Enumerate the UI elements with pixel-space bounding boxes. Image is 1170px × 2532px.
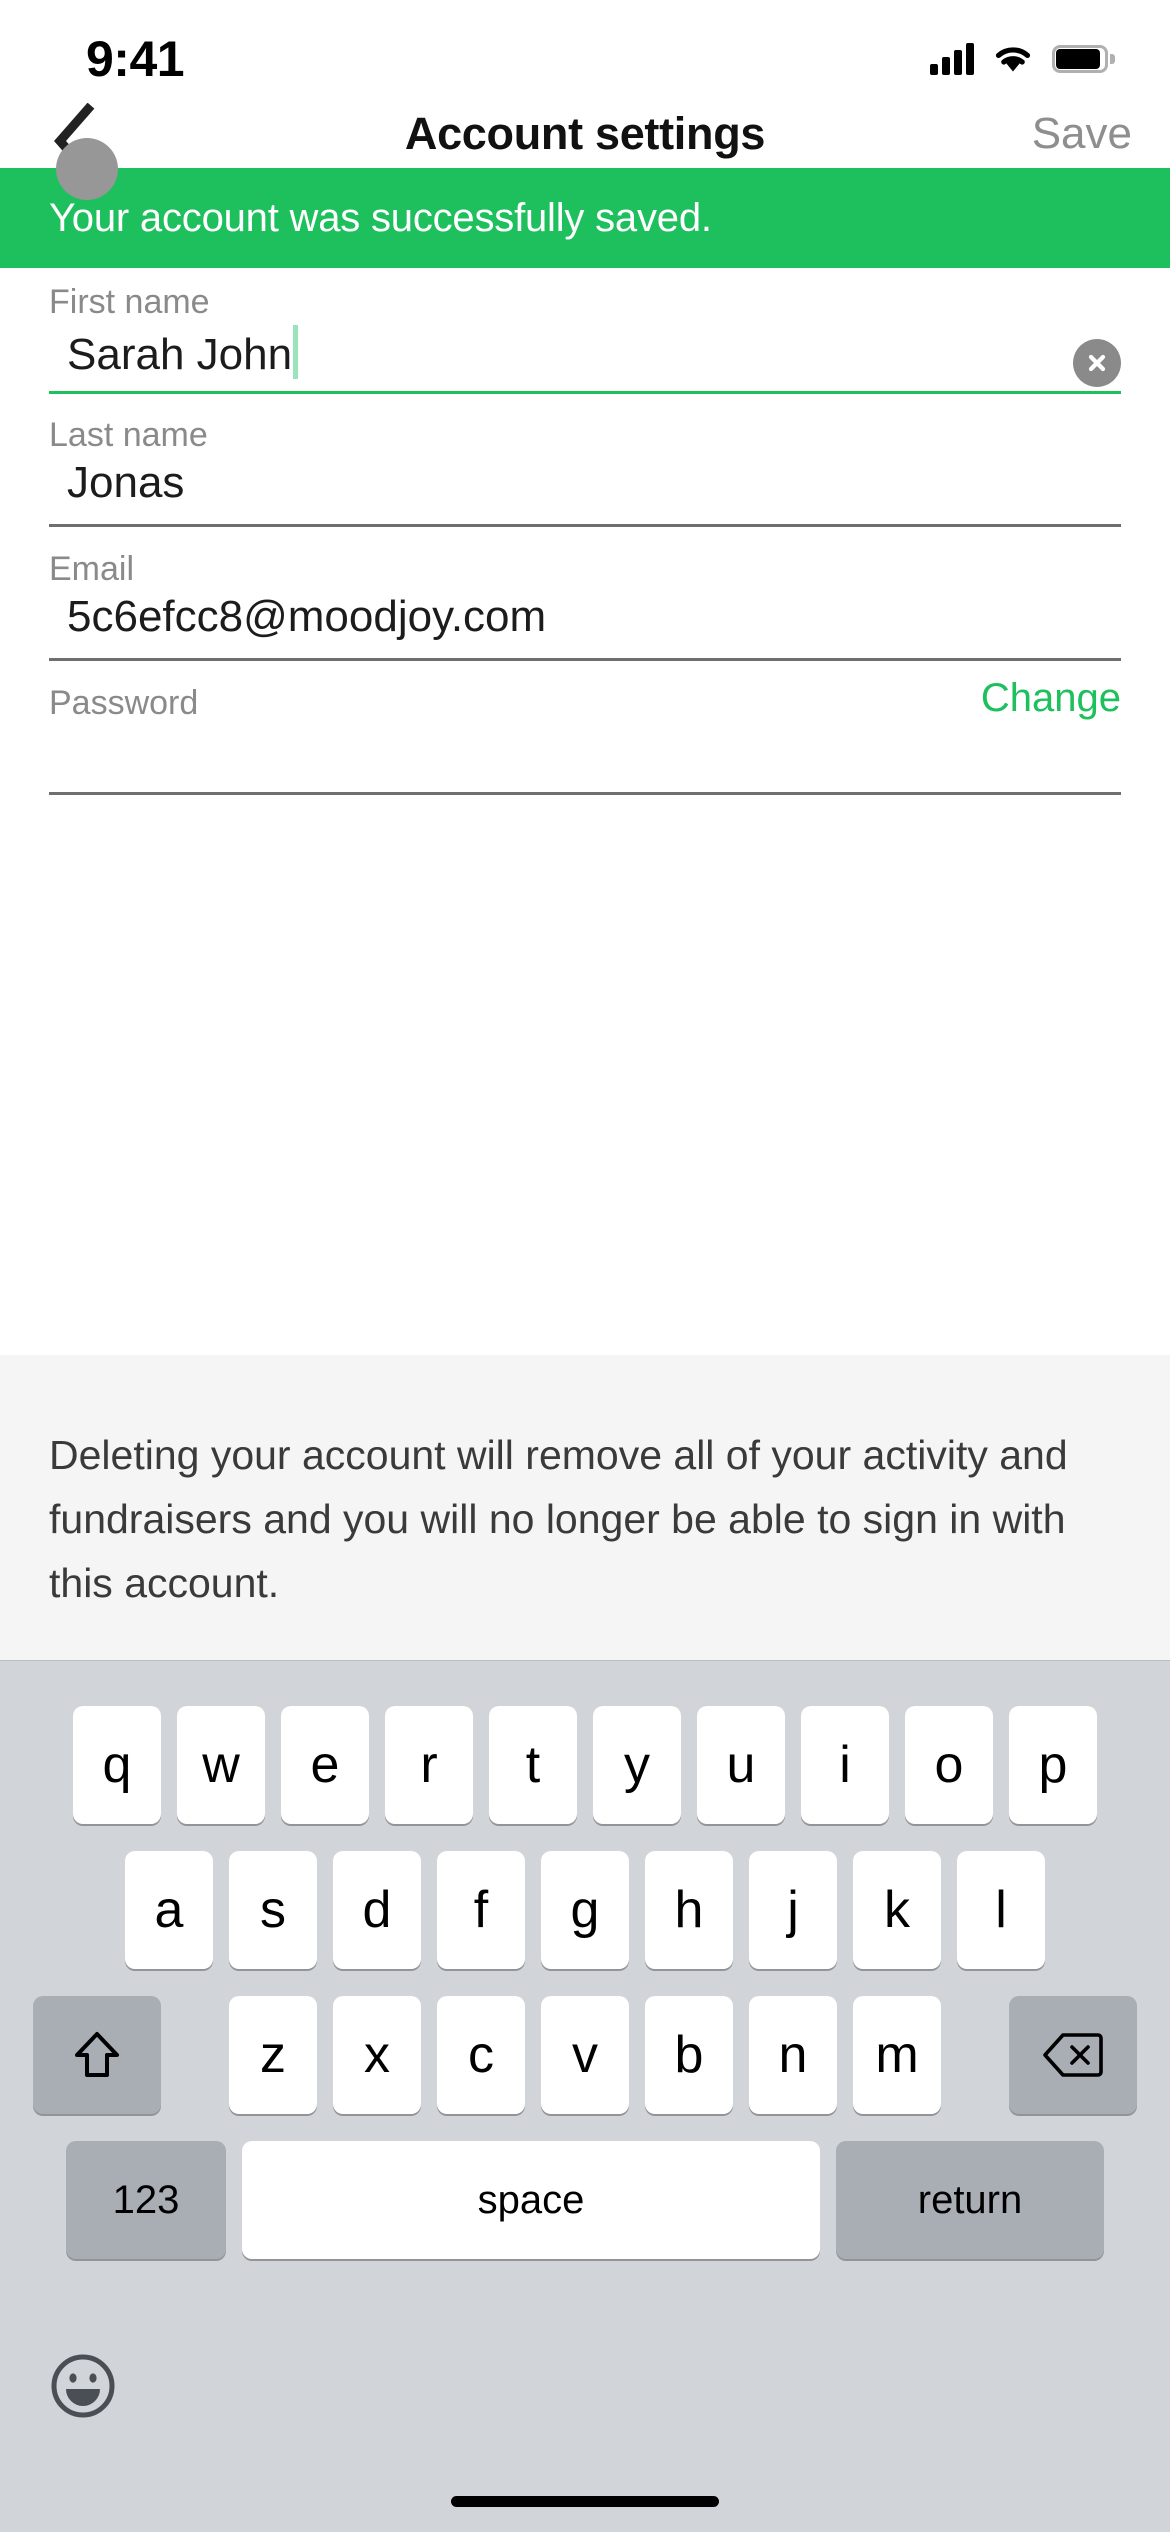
status-bar: 9:41 (0, 0, 1170, 100)
emoji-smiley-icon (51, 2354, 115, 2418)
space-key[interactable]: space (242, 2141, 820, 2259)
change-password-button[interactable]: Change (981, 676, 1121, 721)
key-g[interactable]: g (541, 1851, 629, 1969)
key-d[interactable]: d (333, 1851, 421, 1969)
key-j[interactable]: j (749, 1851, 837, 1969)
password-label: Password (49, 684, 199, 722)
key-r[interactable]: r (385, 1706, 473, 1824)
on-screen-keyboard: qwertyuiop asdfghjkl zxcvbnm 123 space r… (0, 1660, 1170, 2532)
last-name-input[interactable]: Jonas (49, 458, 184, 508)
page-title: Account settings (404, 108, 766, 159)
home-indicator (451, 2496, 719, 2507)
navigation-bar: Account settings Save (0, 100, 1170, 200)
emoji-key[interactable] (50, 2353, 116, 2419)
success-banner-text: Your account was successfully saved. (49, 195, 712, 240)
key-q[interactable]: q (73, 1706, 161, 1824)
account-form: First name Sarah John Last name Jonas Em… (0, 268, 1170, 1355)
key-l[interactable]: l (957, 1851, 1045, 1969)
clear-circle-icon[interactable] (1073, 339, 1121, 387)
keyboard-row-2: asdfghjkl (0, 1851, 1170, 1969)
first-name-underline (49, 391, 1121, 394)
success-banner: Your account was successfully saved. (0, 168, 1170, 268)
key-e[interactable]: e (281, 1706, 369, 1824)
key-o[interactable]: o (905, 1706, 993, 1824)
numeric-key[interactable]: 123 (66, 2141, 226, 2259)
status-time: 9:41 (86, 31, 185, 87)
shift-arrow-icon (75, 2032, 119, 2077)
password-underline (49, 792, 1121, 795)
key-n[interactable]: n (749, 1996, 837, 2114)
key-i[interactable]: i (801, 1706, 889, 1824)
first-name-value: Sarah John (67, 330, 293, 379)
wifi-icon (992, 43, 1034, 75)
touch-indicator (56, 138, 118, 200)
key-a[interactable]: a (125, 1851, 213, 1969)
key-h[interactable]: h (645, 1851, 733, 1969)
backspace-delete-icon (1043, 2033, 1103, 2077)
key-w[interactable]: w (177, 1706, 265, 1824)
key-k[interactable]: k (853, 1851, 941, 1969)
first-name-input[interactable]: Sarah John (49, 325, 299, 380)
keyboard-row-3: zxcvbnm (0, 1996, 1170, 2114)
delete-account-description: Deleting your account will remove all of… (49, 1432, 1068, 1606)
keyboard-row-1: qwertyuiop (0, 1706, 1170, 1824)
key-f[interactable]: f (437, 1851, 525, 1969)
email-input[interactable]: 5c6efcc8@moodjoy.com (49, 592, 546, 642)
key-s[interactable]: s (229, 1851, 317, 1969)
shift-key[interactable] (33, 1996, 161, 2114)
key-p[interactable]: p (1009, 1706, 1097, 1824)
last-name-underline (49, 524, 1121, 527)
text-caret (293, 325, 299, 379)
key-y[interactable]: y (593, 1706, 681, 1824)
keyboard-row-4: 123 space return (0, 2141, 1170, 2259)
key-t[interactable]: t (489, 1706, 577, 1824)
delete-account-section: Deleting your account will remove all of… (0, 1355, 1170, 1660)
email-label: Email (49, 550, 135, 588)
key-c[interactable]: c (437, 1996, 525, 2114)
key-m[interactable]: m (853, 1996, 941, 2114)
save-button[interactable]: Save (1032, 109, 1132, 159)
key-x[interactable]: x (333, 1996, 421, 2114)
key-z[interactable]: z (229, 1996, 317, 2114)
key-u[interactable]: u (697, 1706, 785, 1824)
email-underline (49, 658, 1121, 661)
last-name-label: Last name (49, 416, 208, 454)
battery-icon (1052, 45, 1115, 73)
cellular-signal-icon (930, 43, 974, 75)
return-key[interactable]: return (836, 2141, 1104, 2259)
key-b[interactable]: b (645, 1996, 733, 2114)
phone-screen: 9:41 Account settings Save Your account … (0, 0, 1170, 2532)
key-v[interactable]: v (541, 1996, 629, 2114)
status-icons (930, 43, 1115, 75)
first-name-label: First name (49, 283, 210, 321)
backspace-key[interactable] (1009, 1996, 1137, 2114)
